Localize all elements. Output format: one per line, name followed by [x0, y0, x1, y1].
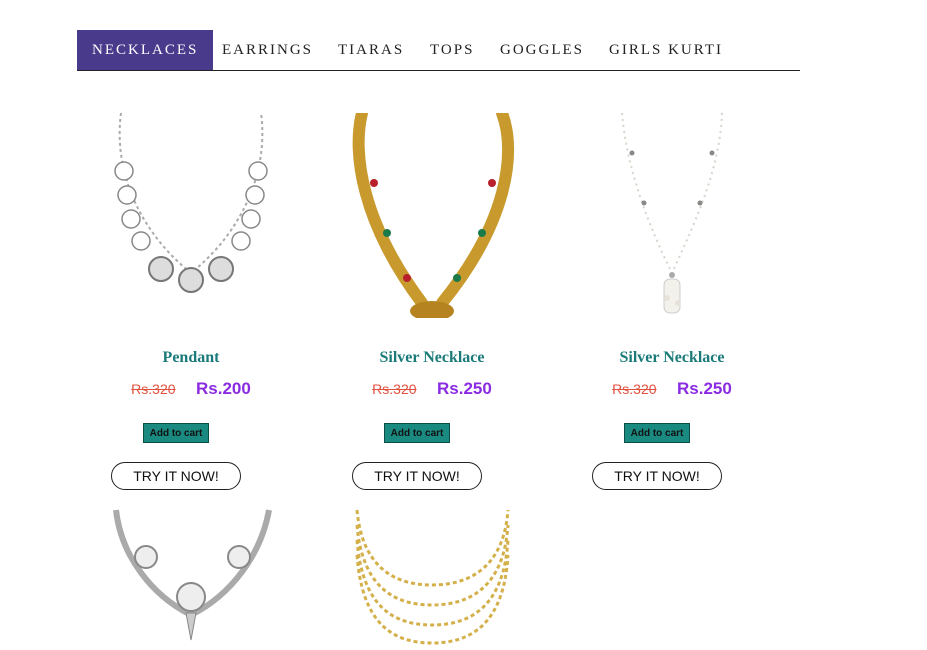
- try-it-now-button[interactable]: TRY IT NOW!: [352, 462, 482, 490]
- tab-girls-kurti[interactable]: GIRLS KURTI: [609, 30, 723, 70]
- gold-layered-necklace-icon: [355, 509, 510, 645]
- new-price: Rs.200: [195, 379, 251, 398]
- tab-tops[interactable]: TOPS: [430, 30, 474, 70]
- new-price: Rs.250: [436, 379, 492, 398]
- gold-long-necklace-icon: [352, 107, 515, 321]
- new-price: Rs.250: [676, 379, 732, 398]
- add-to-cart-button[interactable]: Add to cart: [624, 423, 690, 443]
- old-price: Rs.320: [612, 381, 657, 397]
- tab-necklaces[interactable]: NECKLACES: [77, 30, 214, 70]
- product-image[interactable]: [572, 112, 772, 318]
- add-to-cart-button[interactable]: Add to cart: [384, 423, 450, 443]
- product-prices: Rs.320 Rs.250: [332, 379, 532, 399]
- add-to-cart-button[interactable]: Add to cart: [143, 423, 209, 443]
- product-name[interactable]: Pendant: [91, 349, 291, 367]
- product-prices: Rs.320 Rs.200: [91, 379, 291, 399]
- category-tabs: NECKLACES EARRINGS TIARAS TOPS GOGGLES G…: [77, 30, 800, 71]
- product-image[interactable]: [91, 112, 291, 318]
- tab-tiaras[interactable]: TIARAS: [338, 30, 404, 70]
- product-image[interactable]: [332, 107, 532, 321]
- product-name[interactable]: Silver Necklace: [572, 349, 772, 367]
- diamond-silver-necklace-icon: [113, 509, 272, 641]
- product-image[interactable]: [91, 505, 291, 645]
- product-prices: Rs.320 Rs.250: [572, 379, 772, 399]
- product-name[interactable]: Silver Necklace: [332, 349, 532, 367]
- silver-coin-necklace-icon: [114, 112, 268, 293]
- tab-goggles[interactable]: GOGGLES: [500, 30, 584, 70]
- old-price: Rs.320: [372, 381, 417, 397]
- try-it-now-button[interactable]: TRY IT NOW!: [111, 462, 241, 490]
- product-image[interactable]: [332, 505, 532, 645]
- tab-earrings[interactable]: EARRINGS: [222, 30, 313, 70]
- try-it-now-button[interactable]: TRY IT NOW!: [592, 462, 722, 490]
- old-price: Rs.320: [131, 381, 176, 397]
- pearl-drop-necklace-icon: [621, 112, 723, 314]
